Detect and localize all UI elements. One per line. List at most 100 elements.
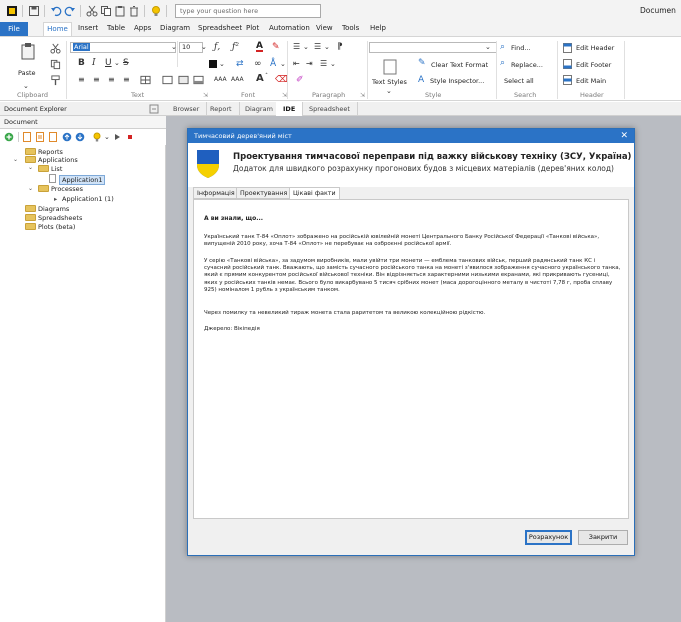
bullets-dropdown-icon[interactable]: ⌄ (303, 42, 309, 52)
lightbulb-icon[interactable] (150, 5, 162, 17)
underline-icon[interactable]: U (105, 58, 112, 68)
grow-font-icon[interactable]: AAA (214, 75, 227, 85)
paste-label[interactable]: Paste (18, 69, 36, 77)
numbering-dropdown-icon[interactable]: ⌄ (324, 42, 330, 52)
find-icon[interactable]: ⌕ (500, 42, 505, 52)
font-color-icon[interactable]: A (256, 42, 263, 52)
question-search-input[interactable]: type your question here (175, 4, 321, 18)
pin-icon[interactable] (149, 104, 159, 114)
insert-frame-icon[interactable] (178, 75, 189, 85)
stop-icon[interactable] (125, 132, 135, 142)
edit-main-icon[interactable] (563, 75, 572, 85)
edit-footer-icon[interactable] (563, 59, 572, 69)
font-name-combo[interactable]: Arial (70, 42, 176, 53)
pen-icon[interactable]: ✐ (296, 75, 304, 85)
tab-information[interactable]: Інформація (193, 187, 239, 199)
tree-item-reports[interactable]: Reports (38, 148, 63, 156)
font-dialog-icon[interactable]: A (256, 74, 264, 84)
tab-home[interactable]: Home (43, 22, 72, 37)
text-styles-icon[interactable] (383, 59, 397, 75)
superscript-icon[interactable]: ƒ² (232, 42, 239, 52)
underline-dropdown-icon[interactable]: ⌄ (114, 58, 120, 68)
replace-button[interactable]: Replace... (511, 61, 543, 69)
style-name-dropdown-icon[interactable]: ⌄ (485, 42, 491, 52)
increase-indent-icon[interactable]: ⇥ (306, 59, 313, 69)
tree-item-applications[interactable]: Applications (38, 156, 78, 164)
style-inspector-button[interactable]: Style Inspector... (430, 77, 484, 85)
font-group-launcher-icon[interactable]: ⇲ (282, 92, 287, 99)
tab-spreadsheet-view[interactable]: Spreadsheet (302, 102, 358, 116)
close-icon[interactable]: ✕ (620, 129, 628, 143)
tab-diagram-view[interactable]: Diagram (238, 102, 281, 116)
find-button[interactable]: Find... (511, 44, 531, 52)
tab-plot[interactable]: Plot (246, 24, 259, 32)
text-case-dropdown-icon[interactable]: ⌄ (280, 59, 286, 69)
tab-design[interactable]: Проектування (236, 187, 292, 199)
edit-header-button[interactable]: Edit Header (576, 44, 614, 52)
paste-icon[interactable] (20, 42, 36, 60)
calculate-button[interactable]: Розрахунок (525, 530, 572, 545)
insert-box-icon[interactable] (162, 75, 173, 85)
copy-icon[interactable] (50, 59, 61, 70)
tab-automation[interactable]: Automation (269, 24, 310, 32)
tab-table[interactable]: Table (107, 24, 125, 32)
tree-item-processes[interactable]: Processes (51, 185, 83, 193)
format-painter-icon[interactable] (50, 75, 61, 86)
tree-item-application1[interactable]: Application1 (59, 175, 106, 185)
move-down-icon[interactable] (75, 132, 85, 142)
close-button[interactable]: Закрити (578, 530, 628, 545)
clear-format-icon[interactable]: ⌫ (275, 75, 288, 85)
highlight-icon[interactable]: ✎ (272, 42, 280, 52)
paste-dropdown-chevron-icon[interactable]: ⌄ (23, 81, 29, 91)
tab-view[interactable]: View (316, 24, 333, 32)
tree-item-spreadsheets[interactable]: Spreadsheets (38, 214, 82, 222)
align-right-icon[interactable]: ≡ (108, 75, 115, 85)
edit-header-icon[interactable] (563, 43, 572, 53)
tab-help[interactable]: Help (370, 24, 386, 32)
tab-apps[interactable]: Apps (134, 24, 151, 32)
shrink-font-icon[interactable]: AAA (231, 75, 244, 85)
expand-chevron-icon[interactable]: ⌄ (28, 164, 33, 171)
align-center-icon[interactable]: ≡ (93, 75, 100, 85)
bold-icon[interactable]: B (78, 58, 85, 68)
expand-chevron-icon[interactable]: ⌄ (28, 185, 33, 192)
new-document-icon[interactable] (22, 132, 32, 142)
cut-icon[interactable] (86, 5, 98, 17)
font-name-dropdown-icon[interactable]: ⌄ (171, 42, 177, 52)
tree-item-plots[interactable]: Plots (beta) (38, 223, 75, 231)
redo-icon[interactable] (64, 5, 76, 17)
delete-icon[interactable] (128, 5, 140, 17)
tab-tools[interactable]: Tools (342, 24, 359, 32)
tab-report[interactable]: Report (203, 102, 240, 116)
lightbulb-dropdown-icon[interactable]: ⌄ (104, 132, 110, 142)
tab-insert[interactable]: Insert (78, 24, 98, 32)
strikethrough-icon[interactable]: S (123, 58, 129, 68)
paragraph-mark-icon[interactable]: ⁋ (337, 42, 343, 52)
paste-icon[interactable] (114, 5, 126, 17)
clear-text-format-button[interactable]: Clear Text Format (431, 61, 488, 69)
line-spacing-icon[interactable]: ☰ (320, 59, 327, 69)
tree-item-diagrams[interactable]: Diagrams (38, 205, 69, 213)
text-color-swatch-icon[interactable] (208, 59, 218, 69)
copy-document-icon[interactable] (35, 132, 45, 142)
justify-icon[interactable]: ≡ (123, 75, 130, 85)
run-icon[interactable] (112, 132, 122, 142)
clear-text-format-icon[interactable]: ✎ (418, 58, 426, 68)
bullets-icon[interactable]: ☰ (293, 42, 300, 52)
decrease-indent-icon[interactable]: ⇤ (293, 59, 300, 69)
tab-diagram[interactable]: Diagram (160, 24, 190, 32)
insert-panel-icon[interactable] (193, 75, 204, 85)
paragraph-group-launcher-icon[interactable]: ⇲ (360, 92, 365, 99)
text-group-launcher-icon[interactable]: ⇲ (203, 92, 208, 99)
font-size-step-icon[interactable]: ˆ (265, 72, 268, 82)
style-inspector-icon[interactable]: A (418, 75, 424, 85)
tree-item-list[interactable]: List (51, 165, 62, 173)
tab-file[interactable]: File (0, 22, 28, 36)
replace-arrows-icon[interactable]: ⇄ (236, 59, 244, 69)
font-size-dropdown-icon[interactable]: ⌄ (201, 42, 207, 52)
tab-ide[interactable]: IDE (276, 102, 304, 116)
align-left-icon[interactable]: ≡ (78, 75, 85, 85)
link-icon[interactable]: ∞ (254, 59, 262, 69)
insert-table-icon[interactable] (140, 75, 151, 85)
tree-item-application1-process[interactable]: Application1 (1) (62, 195, 114, 203)
